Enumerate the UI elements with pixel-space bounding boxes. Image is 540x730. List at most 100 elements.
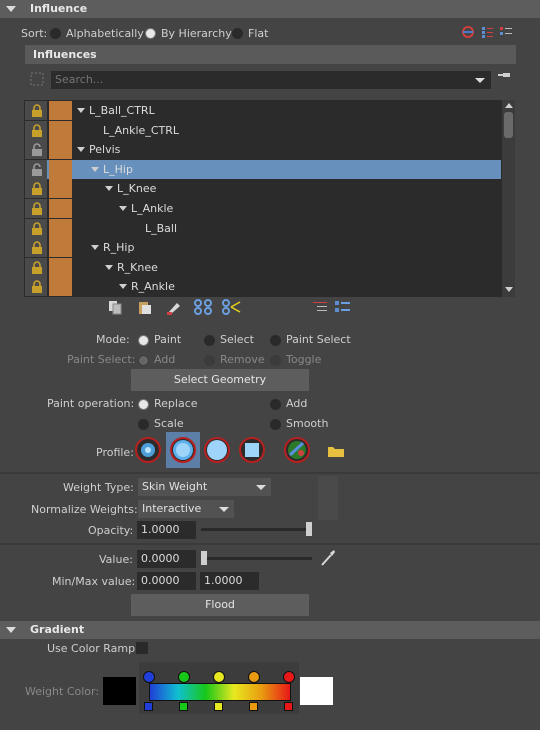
influence-row[interactable]: R_Ankle [25, 277, 501, 297]
ramp-stop-delete-icon[interactable] [144, 702, 153, 711]
unlock-icon[interactable] [25, 140, 47, 160]
lock-icon[interactable] [25, 277, 47, 297]
influence-search-input[interactable] [51, 71, 491, 89]
value-field[interactable]: 0.0000 [137, 550, 196, 568]
weight-color-min-swatch[interactable] [103, 677, 136, 705]
ramp-color-stop-handle[interactable] [213, 671, 225, 683]
toggle-hold-icon[interactable] [334, 299, 352, 315]
sort-flat-radio[interactable] [232, 28, 243, 39]
gradient-ramp-bar[interactable] [149, 683, 291, 701]
normalize-weights-dropdown-button[interactable] [215, 500, 234, 518]
influence-row[interactable]: R_Hip [25, 238, 501, 258]
paint-op-scale-label[interactable]: Scale [154, 417, 184, 430]
paste-weights-icon[interactable] [137, 299, 153, 315]
paint-op-smooth-label[interactable]: Smooth [286, 417, 328, 430]
sort-by-hierarchy-radio[interactable] [145, 28, 156, 39]
expand-triangle-icon[interactable] [77, 147, 85, 153]
paint-op-add-radio[interactable] [270, 399, 281, 410]
expand-triangle-icon[interactable] [119, 284, 127, 290]
joint-color-swatch[interactable] [49, 140, 72, 160]
ramp-color-stop-handle[interactable] [283, 671, 295, 683]
ramp-color-stop-handle[interactable] [248, 671, 260, 683]
paint-op-add-label[interactable]: Add [286, 397, 307, 410]
sort-alphabetically-radio[interactable] [50, 28, 61, 39]
influence-row[interactable]: L_Ankle_CTRL [25, 120, 501, 140]
influence-row[interactable]: Pelvis [25, 140, 501, 160]
joint-color-swatch[interactable] [49, 238, 72, 258]
influence-row[interactable]: R_Knee [25, 257, 501, 277]
joint-color-swatch[interactable] [49, 257, 72, 277]
unlock-icon[interactable] [25, 159, 47, 179]
lock-icon[interactable] [25, 199, 47, 218]
ramp-stop-delete-icon[interactable] [214, 702, 223, 711]
influence-row[interactable]: L_Knee [25, 179, 501, 199]
sort-by-hierarchy-label[interactable]: By Hierarchy [161, 27, 232, 40]
mode-paint-radio[interactable] [138, 335, 149, 346]
search-dropdown-chevron-icon[interactable] [475, 78, 485, 83]
influence-row[interactable]: L_Ball [25, 218, 501, 238]
sort-hierarchy-icon[interactable] [312, 300, 328, 314]
pin-icon[interactable] [497, 70, 511, 82]
collapse-triangle-icon[interactable] [6, 627, 16, 633]
expand-triangle-icon[interactable] [91, 245, 99, 251]
expand-triangle-icon[interactable] [77, 108, 85, 113]
filter-icon[interactable] [30, 72, 44, 86]
paint-op-smooth-radio[interactable] [270, 419, 281, 430]
mode-paint-select-radio[interactable] [270, 335, 281, 346]
profile-square-brush-icon[interactable] [238, 436, 266, 464]
scroll-thumb[interactable] [504, 112, 513, 138]
paint-op-scale-radio[interactable] [138, 419, 149, 430]
opacity-slider-track[interactable] [201, 528, 312, 531]
profile-solid-brush-icon[interactable] [203, 436, 231, 464]
mode-select-radio[interactable] [204, 335, 215, 346]
use-color-ramp-checkbox[interactable] [136, 642, 148, 654]
scroll-down-arrow-icon[interactable] [505, 287, 513, 292]
select-vertices-icon[interactable] [222, 299, 242, 315]
lock-icon[interactable] [25, 120, 47, 140]
max-value-field[interactable]: 1.0000 [200, 572, 259, 590]
expand-triangle-icon[interactable] [105, 264, 113, 270]
ramp-stop-delete-icon[interactable] [179, 702, 188, 711]
profile-soft-brush-icon[interactable] [169, 436, 197, 464]
mode-paint-select-label[interactable]: Paint Select [286, 333, 351, 346]
expand-triangle-icon[interactable] [91, 166, 99, 172]
value-slider-handle[interactable] [201, 551, 207, 565]
sort-alphabetically-label[interactable]: Alphabetically [66, 27, 144, 40]
joint-color-swatch[interactable] [49, 159, 72, 179]
opacity-field[interactable]: 1.0000 [137, 521, 196, 539]
sort-flat-label[interactable]: Flat [248, 27, 268, 40]
mode-paint-label[interactable]: Paint [154, 333, 181, 346]
influence-row[interactable]: L_Ankle [25, 199, 501, 218]
folder-icon[interactable] [327, 444, 345, 458]
weight-type-dropdown[interactable]: Skin Weight [138, 478, 252, 496]
influence-row[interactable]: L_Hip [25, 159, 501, 179]
lock-icon[interactable] [25, 101, 47, 120]
min-value-field[interactable]: 0.0000 [137, 572, 196, 590]
lock-icon[interactable] [25, 218, 47, 238]
joint-color-swatch[interactable] [49, 277, 72, 297]
ramp-stop-delete-icon[interactable] [249, 702, 258, 711]
normalize-weights-dropdown[interactable]: Interactive [138, 500, 215, 518]
influence-list-scrollbar[interactable] [502, 100, 515, 297]
weight-type-dropdown-button[interactable] [252, 478, 271, 496]
ramp-stop-delete-icon[interactable] [284, 702, 293, 711]
collapse-triangle-icon[interactable] [6, 6, 16, 12]
joint-color-swatch[interactable] [49, 179, 72, 199]
joint-color-swatch[interactable] [49, 218, 72, 238]
select-joints-icon[interactable] [194, 299, 212, 315]
brush-weights-icon[interactable] [165, 299, 183, 315]
ramp-color-stop-handle[interactable] [143, 671, 155, 683]
lock-icon[interactable] [25, 257, 47, 277]
profile-image-brush-icon[interactable] [283, 436, 311, 464]
gradient-section-header[interactable]: Gradient [0, 621, 540, 639]
ramp-color-stop-handle[interactable] [178, 671, 190, 683]
select-joint-icon[interactable] [460, 25, 476, 39]
joint-color-swatch[interactable] [49, 120, 72, 140]
flat-list-icon[interactable] [499, 25, 513, 39]
joint-color-swatch[interactable] [49, 101, 72, 120]
expand-triangle-icon[interactable] [119, 206, 127, 211]
expand-triangle-icon[interactable] [105, 186, 113, 192]
paint-op-replace-label[interactable]: Replace [154, 397, 198, 410]
lock-icon[interactable] [25, 179, 47, 199]
paint-op-replace-radio[interactable] [138, 399, 149, 410]
